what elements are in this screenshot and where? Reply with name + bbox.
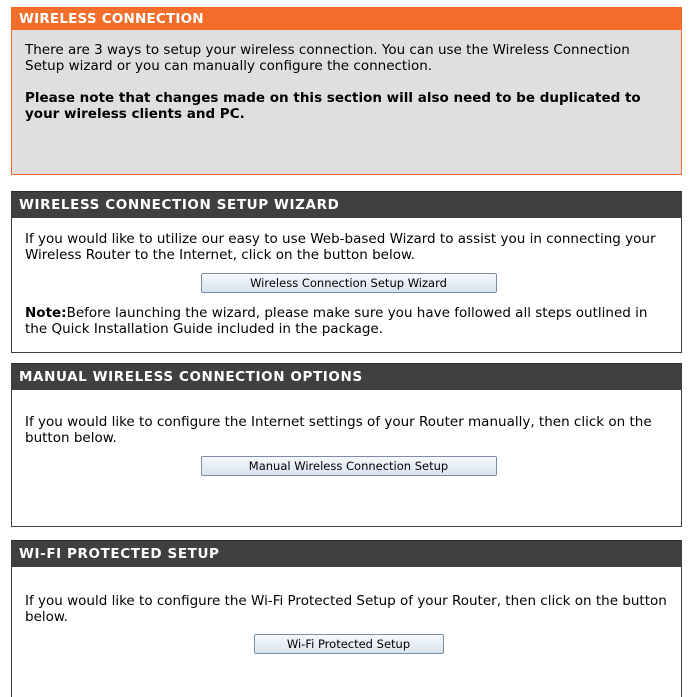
- setup-wizard-header: WIRELESS CONNECTION SETUP WIZARD: [11, 191, 682, 218]
- manual-connection-section: MANUAL WIRELESS CONNECTION OPTIONS If yo…: [11, 363, 682, 527]
- wizard-note-label: Note:: [25, 305, 67, 321]
- wireless-connection-panel: WIRELESS CONNECTION There are 3 ways to …: [11, 7, 682, 175]
- manual-wireless-connection-setup-button[interactable]: Manual Wireless Connection Setup: [200, 456, 497, 476]
- manual-connection-header: MANUAL WIRELESS CONNECTION OPTIONS: [11, 363, 682, 390]
- intro-text: There are 3 ways to setup your wireless …: [25, 42, 630, 74]
- manual-connection-text: If you would like to configure the Inter…: [25, 414, 652, 446]
- wireless-connection-setup-wizard-button[interactable]: Wireless Connection Setup Wizard: [200, 273, 497, 293]
- wifi-protected-setup-button[interactable]: Wi-Fi Protected Setup: [253, 634, 444, 654]
- wizard-note-text: Before launching the wizard, please make…: [25, 305, 648, 337]
- wifi-protected-setup-header: WI-FI PROTECTED SETUP: [11, 540, 682, 567]
- intro-note: Please note that changes made on this se…: [25, 90, 641, 122]
- setup-wizard-text: If you would like to utilize our easy to…: [25, 231, 656, 263]
- wifi-protected-setup-section: WI-FI PROTECTED SETUP If you would like …: [11, 540, 682, 697]
- wifi-protected-setup-text: If you would like to configure the Wi-Fi…: [25, 593, 667, 625]
- wireless-connection-header: WIRELESS CONNECTION: [12, 8, 681, 30]
- wizard-note: Note:Before launching the wizard, please…: [25, 305, 672, 337]
- setup-wizard-section: WIRELESS CONNECTION SETUP WIZARD If you …: [11, 191, 682, 353]
